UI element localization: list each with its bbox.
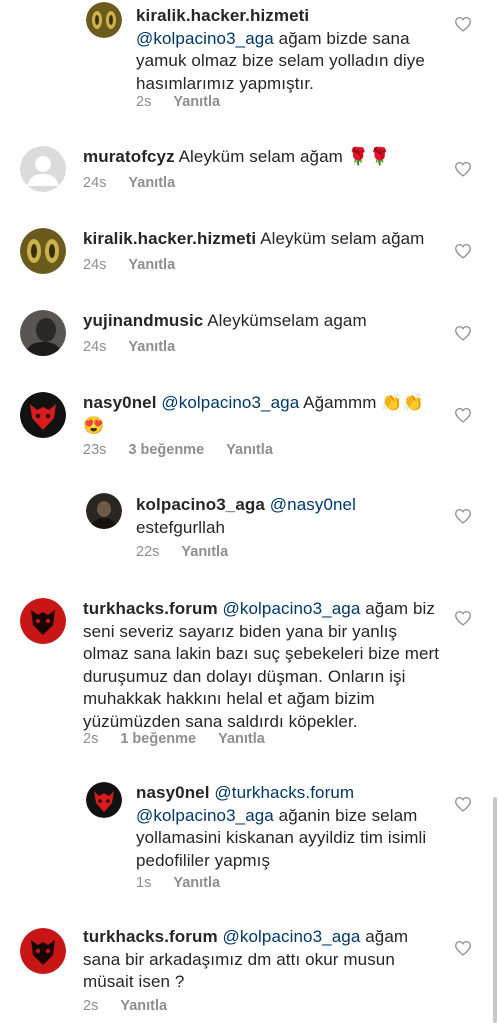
mention-link[interactable]: @kolpacino3_aga — [136, 29, 274, 48]
comment-item: turkhacks.forum @kolpacino3_aga ağam biz… — [0, 592, 499, 757]
avatar[interactable] — [86, 2, 122, 38]
avatar[interactable] — [86, 782, 122, 818]
heart-icon[interactable] — [454, 508, 472, 524]
reply-button[interactable]: Yanıtla — [226, 442, 273, 458]
comment-timestamp: 22s — [136, 544, 160, 560]
comment-username[interactable]: muratofcyz — [83, 147, 175, 166]
comment-username[interactable]: nasy0nel — [136, 783, 210, 802]
reply-button[interactable]: Yanıtla — [128, 339, 175, 355]
avatar[interactable] — [86, 493, 122, 529]
likes-count[interactable]: 1 beğenme — [120, 731, 196, 747]
comment-username[interactable]: nasy0nel — [83, 393, 157, 412]
mention-link[interactable]: @kolpacino3_aga — [161, 393, 299, 412]
comment-body: turkhacks.forum @kolpacino3_aga ağam san… — [83, 926, 433, 994]
reply-button[interactable]: Yanıtla — [218, 731, 265, 747]
comment-body: nasy0nel @turkhacks.forum @kolpacino3_ag… — [136, 782, 436, 872]
avatar[interactable] — [20, 392, 66, 438]
avatar[interactable] — [20, 228, 66, 274]
comment-timestamp: 24s — [83, 257, 107, 273]
comment-meta: 23s 3 beğenme Yanıtla — [83, 442, 295, 458]
comment-timestamp: 2s — [136, 94, 152, 110]
comment-text: @kolpacino3_aga ağam biz seni severiz sa… — [83, 599, 440, 731]
reply-button[interactable]: Yanıtla — [120, 998, 167, 1014]
mention-link[interactable]: @kolpacino3_aga — [223, 599, 361, 618]
comment-meta: 24s Yanıtla — [83, 339, 197, 355]
reply-button[interactable]: Yanıtla — [181, 544, 228, 560]
comment-text: @kolpacino3_aga ağam bizde sana yamuk ol… — [136, 28, 425, 93]
comment-timestamp: 23s — [83, 442, 107, 458]
reply-button[interactable]: Yanıtla — [128, 257, 175, 273]
comment-item: nasy0nel @kolpacino3_aga Ağammm 👏👏 😍 23s… — [0, 386, 499, 476]
heart-icon[interactable] — [454, 243, 472, 259]
comment-timestamp: 2s — [83, 998, 99, 1014]
mention-link[interactable]: @turkhacks.forum — [214, 783, 354, 802]
mention-link[interactable]: @nasy0nel — [270, 495, 356, 514]
comment-username[interactable]: turkhacks.forum — [83, 599, 218, 618]
comment-username[interactable]: kiralik.hacker.hizmeti — [83, 229, 256, 248]
avatar[interactable] — [20, 928, 66, 974]
heart-icon[interactable] — [454, 796, 472, 812]
avatar[interactable] — [20, 598, 66, 644]
reply-button[interactable]: Yanıtla — [173, 94, 220, 110]
comment-body: turkhacks.forum @kolpacino3_aga ağam biz… — [83, 598, 445, 733]
comment-meta: 2s Yanıtla — [83, 998, 189, 1014]
comment-item: turkhacks.forum @kolpacino3_aga ağam san… — [0, 922, 499, 1023]
heart-icon[interactable] — [454, 610, 472, 626]
avatar[interactable] — [20, 310, 66, 356]
comment-item: nasy0nel @turkhacks.forum @kolpacino3_ag… — [0, 778, 499, 898]
mention-link[interactable]: @kolpacino3_aga — [223, 927, 361, 946]
comment-username[interactable]: turkhacks.forum — [83, 927, 218, 946]
comment-item: kolpacino3_aga @nasy0nel estefgurllah 22… — [0, 490, 499, 570]
comment-timestamp: 24s — [83, 339, 107, 355]
reply-button[interactable]: Yanıtla — [173, 875, 220, 891]
comment-timestamp: 2s — [83, 731, 99, 747]
comment-timestamp: 24s — [83, 175, 107, 191]
comment-meta: 2s 1 beğenme Yanıtla — [83, 731, 287, 747]
comment-item: muratofcyz Aleyküm selam ağam 🌹🌹 24s Yanı… — [0, 140, 499, 200]
comment-body: kiralik.hacker.hizmeti Aleyküm selam ağa… — [83, 228, 443, 251]
comment-item: kiralik.hacker.hizmeti Aleyküm selam ağa… — [0, 222, 499, 282]
heart-icon[interactable] — [454, 407, 472, 423]
comment-body: kolpacino3_aga @nasy0nel estefgurllah — [136, 494, 436, 539]
comment-timestamp: 1s — [136, 875, 152, 891]
reply-button[interactable]: Yanıtla — [128, 175, 175, 191]
comment-meta: 24s Yanıtla — [83, 257, 197, 273]
comment-username[interactable]: kiralik.hacker.hizmeti — [136, 6, 309, 25]
comment-username[interactable]: yujinandmusic — [83, 311, 203, 330]
comment-text: Aleyküm selam ağam — [260, 229, 425, 248]
comment-body: muratofcyz Aleyküm selam ağam 🌹🌹 — [83, 146, 443, 169]
avatar[interactable] — [20, 146, 66, 192]
scrollbar[interactable] — [493, 797, 497, 1023]
comment-body: nasy0nel @kolpacino3_aga Ağammm 👏👏 😍 — [83, 392, 443, 437]
likes-count[interactable]: 3 beğenme — [128, 442, 204, 458]
comment-text: Aleyküm selam ağam 🌹🌹 — [178, 147, 391, 166]
comment-meta: 22s Yanıtla — [136, 544, 250, 560]
heart-icon[interactable] — [454, 161, 472, 177]
comment-body: yujinandmusic Aleykümselam agam — [83, 310, 443, 333]
heart-icon[interactable] — [454, 16, 472, 32]
comment-text: Aleykümselam agam — [207, 311, 367, 330]
heart-icon[interactable] — [454, 325, 472, 341]
comment-body: kiralik.hacker.hizmeti @kolpacino3_aga a… — [136, 5, 441, 95]
comment-meta: 2s Yanıtla — [136, 94, 242, 110]
comment-meta: 1s Yanıtla — [136, 875, 242, 891]
comment-item: kiralik.hacker.hizmeti @kolpacino3_aga a… — [0, 0, 499, 120]
mention-link[interactable]: @kolpacino3_aga — [136, 806, 274, 825]
comment-item: yujinandmusic Aleykümselam agam 24s Yanıt… — [0, 304, 499, 364]
comment-username[interactable]: kolpacino3_aga — [136, 495, 265, 514]
heart-icon[interactable] — [454, 940, 472, 956]
comment-meta: 24s Yanıtla — [83, 175, 197, 191]
